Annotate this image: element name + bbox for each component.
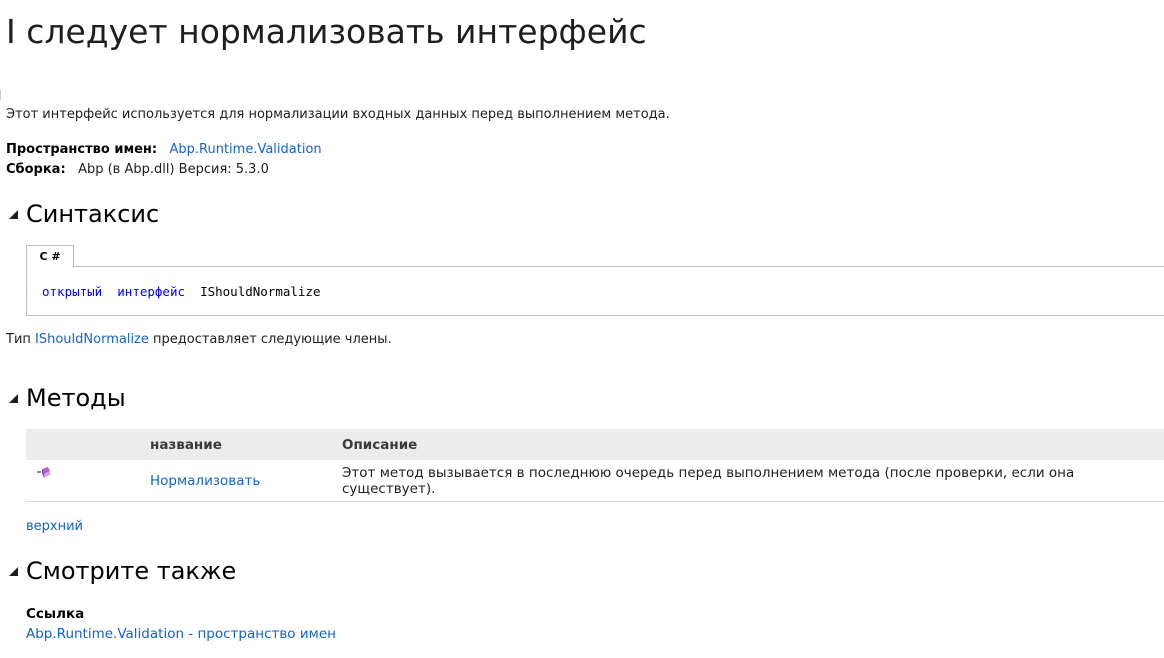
tab-csharp[interactable]: C # — [26, 245, 74, 267]
header-description: Описание — [342, 429, 1164, 460]
namespace-reference-link[interactable]: Abp.Runtime.Validation - пространство им… — [26, 625, 336, 643]
reference-label: Ссылка — [26, 606, 85, 622]
documentation-page: I следует нормализовать интерфейс Этот и… — [0, 0, 1164, 658]
methods-section-heading[interactable]: Методы — [6, 383, 126, 413]
header-icon-cell — [26, 429, 150, 460]
methods-table: название Описание Нормализовать Этот мет — [26, 429, 1164, 502]
page-title: I следует нормализовать интерфейс — [6, 12, 647, 51]
see-also-section-heading[interactable]: Смотрите также — [6, 556, 236, 586]
type-link[interactable]: IShouldNormalize — [35, 332, 149, 347]
syntax-heading-text: Синтаксис — [26, 200, 160, 228]
code-type-name: IShouldNormalize — [200, 284, 321, 299]
see-also-heading-text: Смотрите также — [26, 557, 237, 585]
top-link[interactable]: верхний — [26, 518, 83, 536]
collapse-triangle-icon[interactable] — [6, 391, 20, 405]
assembly-value: Abp (в Abp.dll) Версия: 5.3.0 — [78, 162, 269, 177]
table-header-row: название Описание — [26, 429, 1164, 460]
table-row: Нормализовать Этот метод вызывается в по… — [26, 460, 1164, 502]
members-note: Тип IShouldNormalize предоставляет следу… — [6, 332, 392, 347]
method-icon-cell — [26, 460, 150, 502]
code-keyword-interface: интерфейс — [117, 284, 186, 299]
assembly-label: Сборка: — [6, 162, 66, 177]
namespace-line: Пространство имен: Abp.Runtime.Validatio… — [6, 141, 322, 159]
namespace-link[interactable]: Abp.Runtime.Validation — [170, 142, 322, 157]
syntax-code-box: открытый интерфейс IShouldNormalize — [26, 266, 1164, 316]
namespace-label: Пространство имен: — [6, 142, 158, 157]
syntax-section-heading[interactable]: Синтаксис — [6, 199, 159, 229]
code-keyword-public: открытый — [42, 284, 103, 299]
collapse-all-marker[interactable] — [0, 90, 3, 100]
public-method-icon — [37, 467, 50, 478]
collapse-triangle-icon[interactable] — [6, 207, 20, 221]
method-link-normalize[interactable]: Нормализовать — [150, 473, 260, 489]
header-name: название — [150, 429, 342, 460]
methods-heading-text: Методы — [26, 384, 126, 412]
assembly-line: Сборка: Abp (в Abp.dll) Версия: 5.3.0 — [6, 161, 269, 179]
method-name-cell: Нормализовать — [150, 460, 342, 502]
interface-summary: Этот интерфейс используется для нормализ… — [6, 107, 670, 122]
method-description: Этот метод вызывается в последнюю очеред… — [342, 460, 1164, 502]
syntax-code-line: открытый интерфейс IShouldNormalize — [42, 284, 321, 300]
collapse-triangle-icon[interactable] — [6, 564, 20, 578]
